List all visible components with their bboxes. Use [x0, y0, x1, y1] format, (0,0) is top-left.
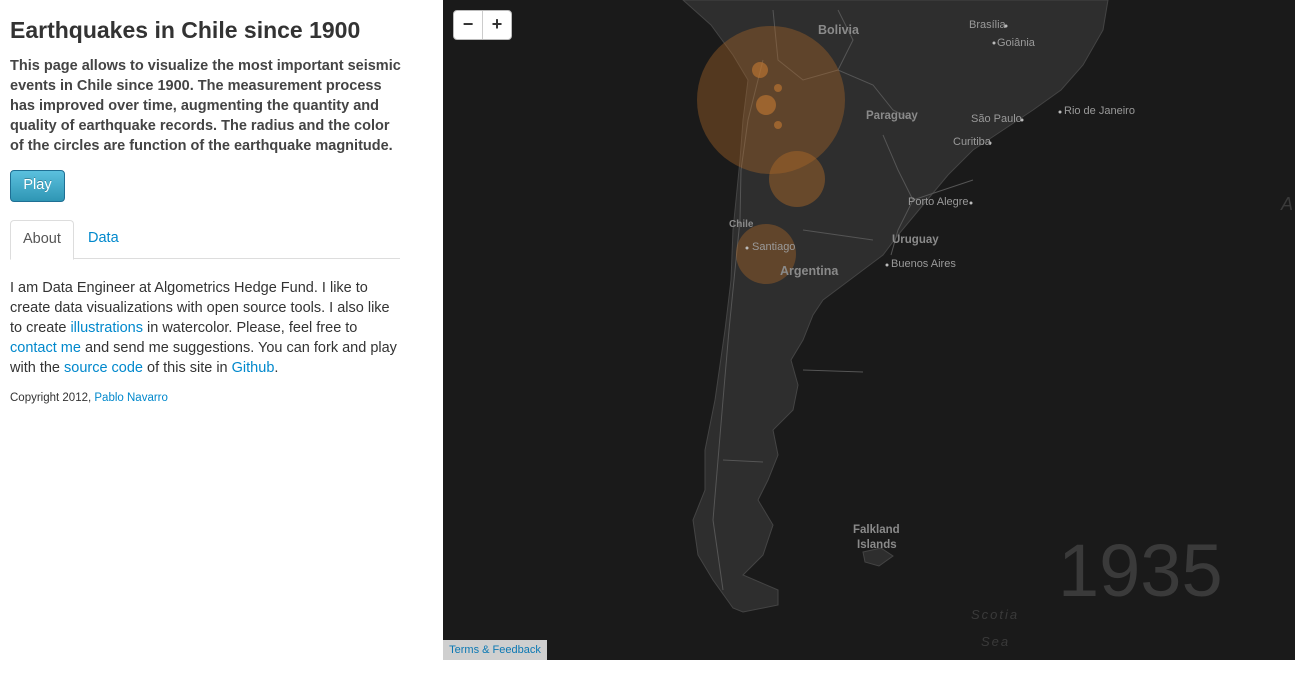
label-chile: Chile: [729, 219, 754, 230]
label-edge: A: [1281, 194, 1295, 214]
label-uruguay: Uruguay: [892, 234, 939, 246]
zoom-in-button[interactable]: +: [483, 11, 511, 39]
label-rio-de-janeiro: Rio de Janeiro: [1064, 105, 1135, 117]
page-title: Earthquakes in Chile since 1900: [10, 17, 361, 43]
sidebar: Earthquakes in Chile since 1900 This pag…: [0, 0, 443, 676]
label-falkland: Falkland: [853, 524, 900, 536]
label-brasilia: Brasília: [969, 19, 1006, 31]
contact-link[interactable]: contact me: [10, 340, 81, 356]
about-text-5: .: [274, 360, 279, 376]
about-text-4: of this site in: [143, 360, 232, 376]
label-santiago: Santiago: [752, 241, 796, 253]
illustrations-link[interactable]: illustrations: [70, 320, 143, 336]
terms-feedback-link[interactable]: Terms & Feedback: [443, 640, 547, 660]
author-link[interactable]: Pablo Navarro: [94, 392, 168, 404]
label-buenos-aires: Buenos Aires: [891, 258, 956, 270]
label-sao-paulo: São Paulo: [971, 113, 1022, 125]
about-text: I am Data Engineer at Algometrics Hedge …: [10, 278, 405, 378]
quake-circle-small-4: [774, 121, 782, 129]
label-curitiba: Curitiba: [953, 136, 991, 148]
label-sea: Sea: [981, 634, 1011, 649]
tab-bar: About Data: [10, 220, 400, 260]
quake-circle-medium: [769, 151, 825, 207]
map[interactable]: Bolivia Brasília Goiânia Paraguay São Pa…: [443, 0, 1295, 660]
year-display: 1935: [1058, 529, 1223, 612]
tab-about[interactable]: About: [10, 220, 74, 260]
label-porto-alegre: Porto Alegre: [908, 196, 969, 208]
github-link[interactable]: Github: [232, 360, 275, 376]
about-text-2: in watercolor. Please, feel free to: [142, 320, 358, 336]
quake-circle-small-1: [752, 62, 768, 78]
label-goiania: Goiânia: [997, 37, 1035, 49]
quake-circle-small-3: [774, 84, 782, 92]
copyright-text: Copyright 2012,: [10, 392, 95, 404]
label-argentina: Argentina: [780, 264, 839, 278]
page-description: This page allows to visualize the most i…: [10, 58, 401, 154]
label-scotia: Scotia: [971, 607, 1020, 622]
zoom-out-button[interactable]: −: [454, 11, 483, 39]
source-code-link[interactable]: source code: [64, 360, 143, 376]
label-paraguay: Paraguay: [866, 110, 918, 122]
label-bolivia: Bolivia: [818, 23, 859, 37]
label-islands: Islands: [857, 539, 897, 551]
play-button[interactable]: Play: [10, 170, 65, 202]
copyright: Copyright 2012, Pablo Navarro: [10, 392, 168, 404]
zoom-control: − +: [453, 10, 512, 40]
quake-circle-small-2: [756, 95, 776, 115]
tab-data[interactable]: Data: [76, 220, 131, 257]
